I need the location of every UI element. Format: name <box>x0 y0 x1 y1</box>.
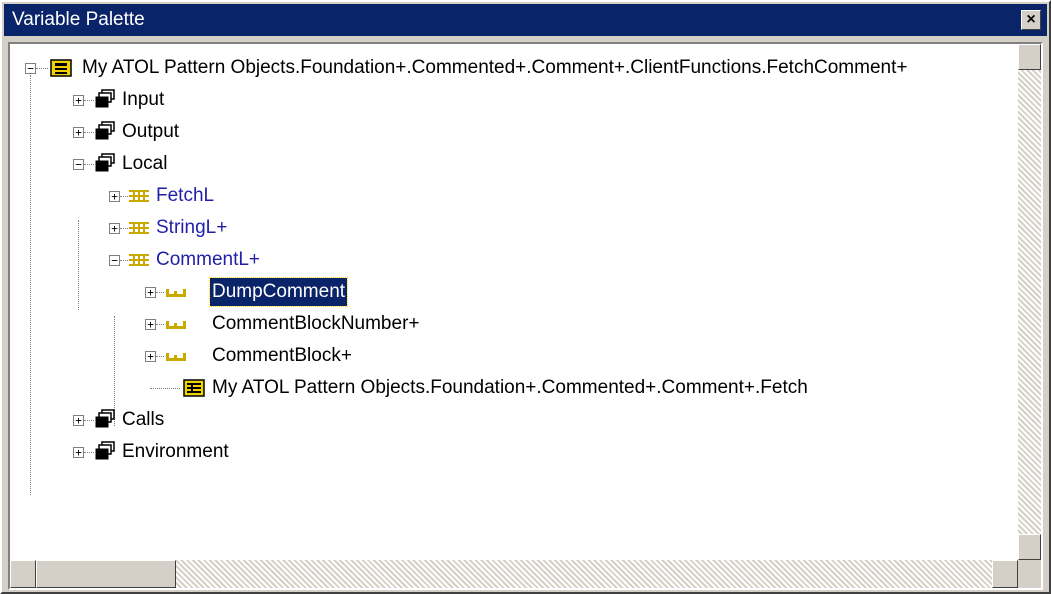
tree-connector <box>84 164 94 165</box>
tree-connector <box>36 68 48 69</box>
tree-item-fetchl[interactable]: + FetchL <box>20 182 320 210</box>
tree-node-label: CommentL+ <box>156 249 261 270</box>
collapse-toggle[interactable]: − <box>73 159 84 170</box>
folder-stack-icon <box>95 121 115 140</box>
folder-stack-icon <box>95 441 115 460</box>
variable-palette-window: Variable Palette × − My ATOL Pattern Obj… <box>0 0 1051 594</box>
tree-connector <box>156 292 164 293</box>
tree-item-output[interactable]: + Output <box>20 118 320 146</box>
tree-connector <box>84 100 94 101</box>
folder-stack-icon <box>95 409 115 428</box>
tree-node-label: DumpComment <box>208 277 349 307</box>
tree-connector <box>84 452 94 453</box>
variable-tree[interactable]: − My ATOL Pattern Objects.Foundation+.Co… <box>10 44 1018 560</box>
horizontal-scroll-thumb[interactable] <box>36 560 176 588</box>
tree-node-label: Output <box>122 121 180 142</box>
tree-node-label: FetchL <box>156 185 215 206</box>
tree-item-environment[interactable]: + Environment <box>20 438 320 466</box>
expand-toggle[interactable]: + <box>109 191 120 202</box>
structure-icon <box>129 190 149 202</box>
field-icon <box>166 321 186 329</box>
tree-connector <box>156 324 164 325</box>
expand-toggle[interactable]: + <box>109 223 120 234</box>
tree-node-label: Calls <box>122 409 165 430</box>
tree-node-label: Environment <box>122 441 229 462</box>
tree-item-commentblock[interactable]: + CommentBlock+ <box>20 342 420 370</box>
tree-node-label: My ATOL Pattern Objects.Foundation+.Comm… <box>212 377 808 398</box>
title-bar[interactable]: Variable Palette × <box>4 4 1047 36</box>
folder-stack-icon <box>95 89 115 108</box>
collapse-toggle[interactable]: − <box>25 63 36 74</box>
vertical-scrollbar[interactable] <box>1018 44 1041 560</box>
tree-node-label: CommentBlockNumber+ <box>212 313 420 334</box>
expand-toggle[interactable]: + <box>145 319 156 330</box>
folder-stack-icon <box>95 153 115 172</box>
field-icon <box>166 289 186 297</box>
tree-item-commentblocknumber[interactable]: + CommentBlockNumber+ <box>20 310 420 338</box>
expand-toggle[interactable]: + <box>73 447 84 458</box>
table-icon <box>183 379 205 397</box>
scroll-right-button[interactable] <box>992 560 1018 588</box>
tree-item-input[interactable]: + Input <box>20 86 320 114</box>
class-icon <box>50 59 72 77</box>
scrollbar-corner <box>1018 560 1041 588</box>
close-button[interactable]: × <box>1021 10 1041 30</box>
field-icon <box>166 353 186 361</box>
tree-item-calls[interactable]: + Calls <box>20 406 320 434</box>
tree-item-dumpcomment[interactable]: + DumpComment <box>20 277 420 307</box>
tree-connector <box>120 260 128 261</box>
expand-toggle[interactable]: + <box>73 415 84 426</box>
tree-item-stringl[interactable]: + StringL+ <box>20 214 320 242</box>
tree-connector <box>120 228 128 229</box>
expand-toggle[interactable]: + <box>73 95 84 106</box>
scroll-up-button[interactable] <box>1018 44 1041 70</box>
horizontal-scrollbar[interactable] <box>10 560 1018 588</box>
tree-item-local[interactable]: − Local <box>20 150 320 178</box>
tree-node-label: My ATOL Pattern Objects.Foundation+.Comm… <box>82 57 908 78</box>
tree-node-label: Local <box>122 153 168 174</box>
tree-connector <box>120 196 128 197</box>
structure-icon <box>129 254 149 266</box>
tree-view-panel: − My ATOL Pattern Objects.Foundation+.Co… <box>8 42 1043 590</box>
scroll-left-button[interactable] <box>10 560 36 588</box>
tree-item-commentl[interactable]: − CommentL+ <box>20 246 320 274</box>
scroll-down-button[interactable] <box>1018 534 1041 560</box>
collapse-toggle[interactable]: − <box>109 255 120 266</box>
tree-node-label: StringL+ <box>156 217 228 238</box>
tree-connector <box>150 388 180 389</box>
structure-icon <box>129 222 149 234</box>
window-title: Variable Palette <box>12 9 145 30</box>
tree-node-label: CommentBlock+ <box>212 345 352 366</box>
tree-node-label: Input <box>122 89 165 110</box>
tree-root[interactable]: − My ATOL Pattern Objects.Foundation+.Co… <box>20 54 1018 82</box>
tree-connector <box>156 356 164 357</box>
expand-toggle[interactable]: + <box>145 287 156 298</box>
expand-toggle[interactable]: + <box>73 127 84 138</box>
tree-item-fetch-table[interactable]: My ATOL Pattern Objects.Foundation+.Comm… <box>20 374 920 402</box>
tree-connector <box>84 420 94 421</box>
tree-connector <box>84 132 94 133</box>
expand-toggle[interactable]: + <box>145 351 156 362</box>
